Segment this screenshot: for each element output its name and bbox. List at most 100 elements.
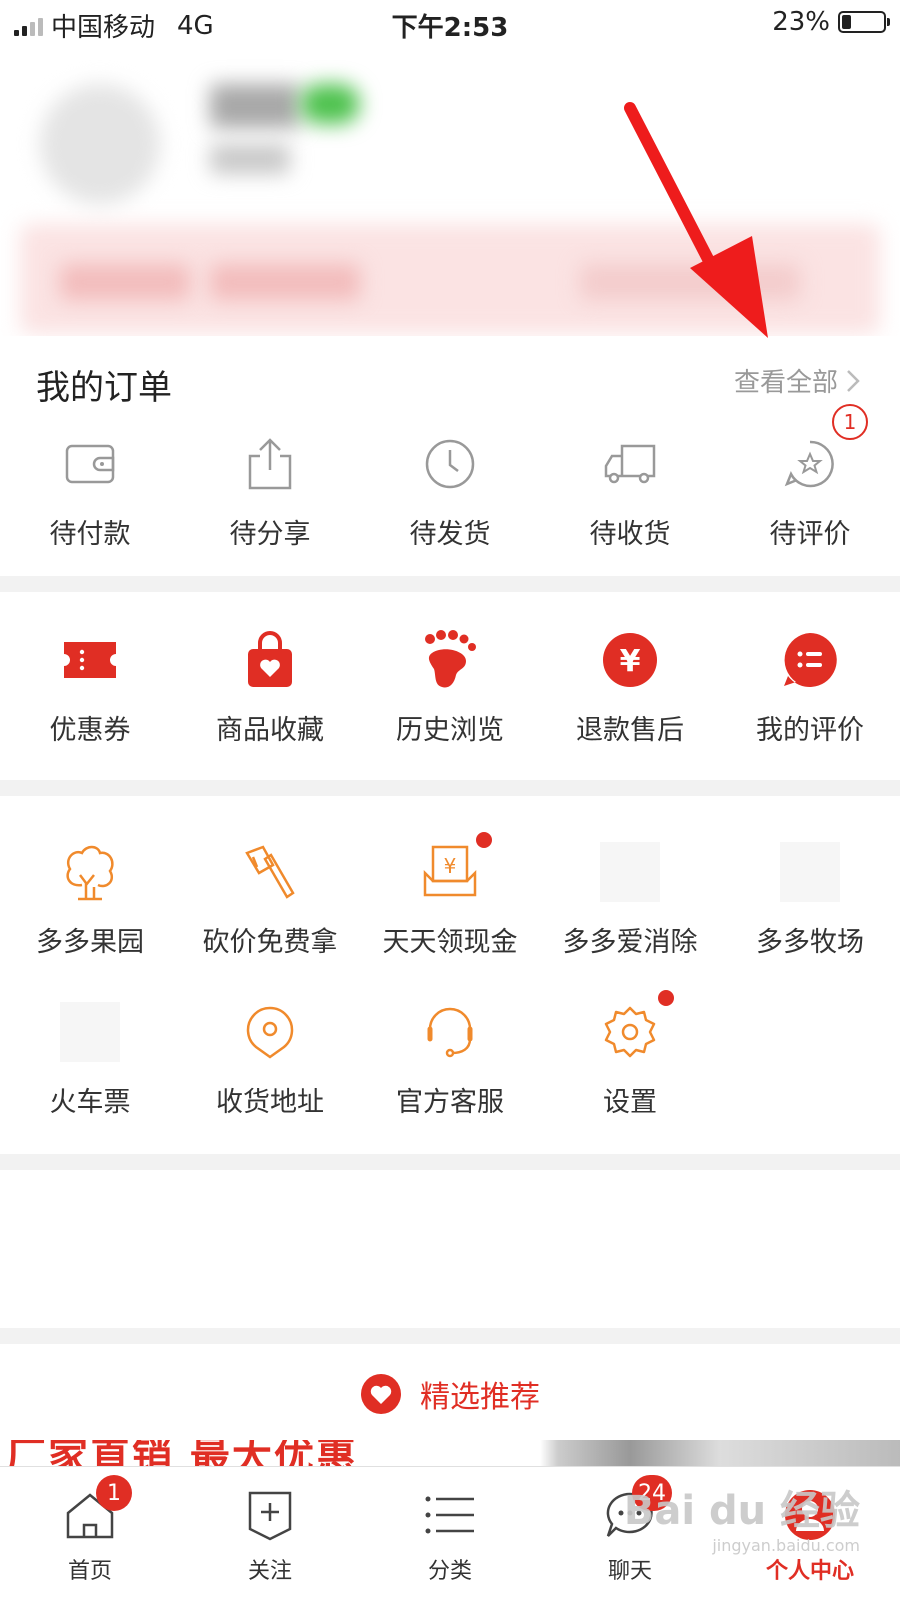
tab-label: 个人中心 <box>765 1559 854 1584</box>
my-reviews-entry[interactable]: 我的评价 <box>720 628 900 747</box>
recommend-title: 精选推荐 <box>0 1372 900 1416</box>
tool-label: 设置 <box>603 1087 657 1118</box>
location-icon <box>238 1000 302 1064</box>
share-icon <box>238 432 302 496</box>
orders-title: 我的订单 <box>36 368 172 408</box>
tools-row-1: 多多果园 砍价免费拿 ¥ 天天领现金 多多爱消除 多多牧场 <box>0 832 900 959</box>
address-entry[interactable]: 收货地址 <box>180 1000 360 1119</box>
service-label: 退款售后 <box>576 715 684 746</box>
footprint-icon <box>418 628 482 692</box>
bargain-entry[interactable]: 砍价免费拿 <box>180 840 360 959</box>
customer-service-entry[interactable]: 官方客服 <box>360 1000 540 1119</box>
category-icon <box>420 1485 480 1545</box>
heart-icon <box>361 1374 401 1414</box>
placeholder-icon <box>778 840 842 904</box>
recommend-header: 精选推荐 <box>0 1344 900 1440</box>
promo-banner[interactable]: 厂家直销 最大优惠 <box>0 1440 900 1466</box>
empty-cell <box>720 1000 900 1119</box>
follow-icon <box>240 1485 300 1545</box>
notification-dot <box>658 990 674 1006</box>
order-status-pending-shipment[interactable]: 待发货 <box>360 432 540 551</box>
order-status-pending-payment[interactable]: 待付款 <box>0 432 180 551</box>
refund-entry[interactable]: ¥ 退款售后 <box>540 628 720 747</box>
history-entry[interactable]: 历史浏览 <box>360 628 540 747</box>
tool-label: 官方客服 <box>396 1087 504 1118</box>
match-game-entry[interactable]: 多多爱消除 <box>540 840 720 959</box>
battery-percent: 23% <box>772 7 830 37</box>
watermark-brand: Bai du 经验 <box>623 1488 860 1534</box>
service-label: 优惠券 <box>49 715 131 746</box>
tab-category[interactable]: 分类 <box>360 1467 540 1601</box>
tab-follow[interactable]: 关注 <box>180 1467 360 1601</box>
svg-text:¥: ¥ <box>444 854 457 878</box>
recommend-label: 精选推荐 <box>420 1380 540 1415</box>
tab-label: 分类 <box>427 1559 472 1584</box>
profile-header[interactable] <box>0 44 900 336</box>
order-status-pending-receipt[interactable]: 待收货 <box>540 432 720 551</box>
home-icon: 1 <box>60 1475 132 1545</box>
review-icon: 1 <box>778 404 868 496</box>
watermark: Bai du 经验 jingyan.baidu.com <box>624 1478 860 1555</box>
truck-icon <box>598 432 662 496</box>
my-orders-card: 我的订单 查看全部 待付款 待分享 待发货 待收货 1 待评价 <box>0 336 900 576</box>
placeholder-icon <box>598 840 662 904</box>
order-status-label: 待收货 <box>589 519 671 550</box>
refund-icon: ¥ <box>598 628 662 692</box>
cash-icon: ¥ <box>418 832 492 904</box>
order-status-row: 待付款 待分享 待发货 待收货 1 待评价 <box>0 404 900 551</box>
tool-label: 多多牧场 <box>756 927 864 958</box>
order-status-label: 待评价 <box>769 519 851 550</box>
ranch-entry[interactable]: 多多牧场 <box>720 840 900 959</box>
tab-label: 首页 <box>67 1559 112 1584</box>
tab-home[interactable]: 1 首页 <box>0 1467 180 1601</box>
watermark-url: jingyan.baidu.com <box>712 1536 860 1555</box>
view-all-label: 查看全部 <box>733 368 838 398</box>
placeholder-icon <box>58 1000 122 1064</box>
daily-cash-entry[interactable]: ¥ 天天领现金 <box>360 832 540 959</box>
tab-label: 聊天 <box>607 1559 652 1584</box>
favorites-bag-icon <box>238 628 302 692</box>
service-label: 商品收藏 <box>216 715 324 746</box>
clock: 下午2:53 <box>391 13 509 43</box>
avatar[interactable] <box>40 84 160 204</box>
coupons-entry[interactable]: 优惠券 <box>0 628 180 747</box>
tool-label: 火车票 <box>49 1087 131 1118</box>
tools-card: 多多果园 砍价免费拿 ¥ 天天领现金 多多爱消除 多多牧场 火车票 收货地址 官… <box>0 796 900 1154</box>
clock-icon <box>418 432 482 496</box>
wallet-icon <box>58 432 122 496</box>
axe-icon <box>238 840 302 904</box>
username-blurred <box>210 84 300 128</box>
banner-link-blurred <box>580 264 800 300</box>
review-count-badge: 1 <box>832 404 868 440</box>
chevron-right-icon <box>847 369 860 392</box>
settings-entry[interactable]: 设置 <box>540 990 720 1119</box>
svg-text:¥: ¥ <box>620 644 641 679</box>
order-status-label: 待付款 <box>49 519 131 550</box>
tree-icon <box>58 840 122 904</box>
train-tickets-entry[interactable]: 火车票 <box>0 1000 180 1119</box>
coupon-icon <box>58 628 122 692</box>
order-status-pending-review[interactable]: 1 待评价 <box>720 404 900 551</box>
status-bar: 中国移动 4G 下午2:53 23% <box>0 0 900 44</box>
tool-label: 砍价免费拿 <box>202 927 338 958</box>
promo-text: 厂家直销 最大优惠 <box>6 1440 358 1466</box>
order-status-label: 待分享 <box>229 519 311 550</box>
order-status-pending-share[interactable]: 待分享 <box>180 432 360 551</box>
view-all-orders-link[interactable]: 查看全部 <box>734 362 860 399</box>
services-card: 优惠券 商品收藏 历史浏览 ¥ 退款售后 我的评价 <box>0 592 900 780</box>
settings-icon <box>598 990 674 1064</box>
banner-text-blurred <box>60 264 190 300</box>
orchard-entry[interactable]: 多多果园 <box>0 840 180 959</box>
battery-info: 23% <box>772 7 890 37</box>
favorites-entry[interactable]: 商品收藏 <box>180 628 360 747</box>
tab-label: 关注 <box>247 1559 292 1584</box>
tool-label: 多多爱消除 <box>562 927 698 958</box>
headset-icon <box>418 1000 482 1064</box>
blank-section <box>0 1170 900 1328</box>
banner-text-blurred <box>210 264 360 300</box>
my-reviews-icon <box>778 628 842 692</box>
notification-dot <box>476 832 492 848</box>
user-subtitle-blurred <box>210 144 290 174</box>
tool-label: 收货地址 <box>216 1087 324 1118</box>
vip-badge-blurred <box>300 84 360 124</box>
